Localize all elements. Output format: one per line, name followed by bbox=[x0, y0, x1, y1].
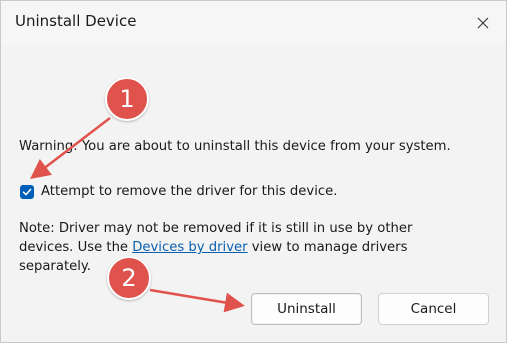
annotation-arrows bbox=[30, 117, 245, 313]
arrow-to-uninstall bbox=[149, 288, 245, 313]
annotation-badge-2: 2 bbox=[107, 256, 151, 300]
arrow-to-checkbox bbox=[30, 117, 111, 180]
annotation-badge-1: 1 bbox=[105, 77, 149, 121]
